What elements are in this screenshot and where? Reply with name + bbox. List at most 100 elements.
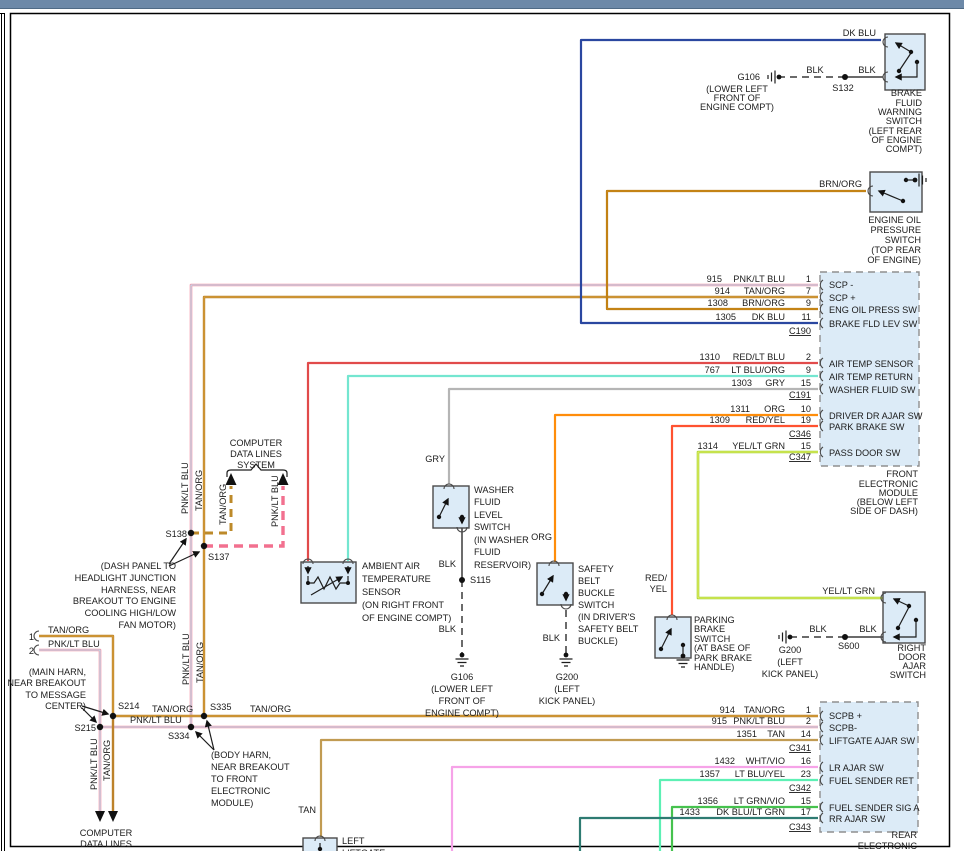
contact-dot <box>437 515 441 519</box>
label-line: (TOP REAR <box>871 245 921 255</box>
contact-dot <box>318 847 322 851</box>
wire-color: WHT/VIO <box>746 756 785 766</box>
label-line: (IN DRIVER'S <box>578 612 635 622</box>
wire-number: 914 <box>720 705 735 715</box>
splice-s138 <box>188 530 194 536</box>
wire-label: TAN/ORG <box>48 625 89 635</box>
wire-color: GRY <box>765 378 785 388</box>
wire-number: 914 <box>715 286 730 296</box>
label-line: SAFETY BELT <box>578 624 639 634</box>
pin-number: 14 <box>801 729 811 739</box>
label-line: SWITCH <box>885 235 921 245</box>
label-line: BUCKLE <box>578 588 615 598</box>
wire-label-vertical: PNK/LT BLU <box>89 738 99 790</box>
pin-number: 11 <box>801 312 811 322</box>
label-line: TEMPERATURE <box>362 574 431 584</box>
wire-label-vertical: TAN/ORG <box>195 642 205 683</box>
contact-dot <box>540 592 544 596</box>
wire-label: GRY <box>425 454 445 464</box>
pin-number: 2 <box>806 716 811 726</box>
wire-label-vertical: TAN/ORG <box>194 470 204 511</box>
wire-label: BLK <box>439 624 457 634</box>
wire-color: BRN/ORG <box>742 298 785 308</box>
wire-number: 767 <box>705 365 720 375</box>
splice-label: S600 <box>838 641 859 651</box>
wire-label: TAN/ORG <box>152 704 193 714</box>
module-name-line: ELECTRONIC <box>858 841 918 851</box>
connector-label: C347 <box>789 452 811 462</box>
label-line: OF ENGINE) <box>867 255 921 265</box>
note-line: COMPUTER <box>80 828 133 838</box>
wire-label: YEL <box>650 584 667 594</box>
wire-color: ORG <box>764 404 785 414</box>
pin-number: 17 <box>801 807 811 817</box>
wire-label-vertical: TAN/ORG <box>218 484 228 525</box>
splice-s214 <box>110 713 116 719</box>
ground-label: G106 <box>451 672 473 682</box>
wire-color: TAN/ORG <box>744 705 785 715</box>
wire-label: PNK/LT BLU <box>48 639 100 649</box>
note-line: HEADLIGHT JUNCTION <box>75 573 176 583</box>
splice-s335 <box>201 713 207 719</box>
wire-label: RED/ <box>645 573 667 583</box>
pin-number: 7 <box>806 286 811 296</box>
label-line: RESERVOIR) <box>474 560 531 570</box>
note-line: CENTER) <box>45 701 86 711</box>
contact-dot <box>901 199 905 203</box>
wire-label: BLK <box>858 65 876 75</box>
wire-number: 1356 <box>698 796 718 806</box>
pin-number: 19 <box>801 415 811 425</box>
wire-color: LT BLU/ORG <box>731 365 785 375</box>
wire-number: 1309 <box>710 415 730 425</box>
wire-number: 1357 <box>700 769 720 779</box>
pin-number: 23 <box>801 769 811 779</box>
contact-dot <box>907 604 911 608</box>
contact-dot <box>659 647 663 651</box>
belt-switch-box <box>537 563 573 605</box>
contact-dot <box>896 626 900 630</box>
splice-s334 <box>188 724 194 730</box>
note-line: NEAR BREAKOUT <box>7 678 86 688</box>
wire-label: BLK <box>439 559 457 569</box>
signal-label: RR AJAR SW <box>829 814 885 824</box>
signal-label: DRIVER DR AJAR SW <box>829 411 923 421</box>
splice-label: S138 <box>166 529 187 539</box>
signal-label: SCP - <box>829 280 853 290</box>
pin-number: 15 <box>801 441 811 451</box>
pin-number: 15 <box>801 378 811 388</box>
ground-label: G200 <box>556 672 578 682</box>
connector-label: C343 <box>789 822 811 832</box>
signal-label: LR AJAR SW <box>829 763 884 773</box>
pin-number: 10 <box>801 404 811 414</box>
label-line: LEFT <box>342 836 365 846</box>
label-line: PRESSURE <box>870 225 921 235</box>
module-name-line: FRONT <box>886 469 918 479</box>
label-line: AMBIENT AIR <box>362 561 420 571</box>
wire-color: PNK/LT BLU <box>733 716 785 726</box>
wire-number: 1351 <box>737 729 757 739</box>
splice-label: S334 <box>168 731 189 741</box>
wire-color: RED/LT BLU <box>733 352 785 362</box>
connector-label: C190 <box>789 326 811 336</box>
splice-label: S137 <box>208 552 229 562</box>
note-line: COMPUTER <box>230 438 283 448</box>
label-line: SWITCH <box>578 600 614 610</box>
label-line: (AT BASE OF <box>694 643 751 653</box>
label-line: WASHER <box>474 485 514 495</box>
note-line: MODULE) <box>211 798 253 808</box>
pin-number: 16 <box>801 756 811 766</box>
label-line: COMPT) <box>886 144 922 154</box>
wire-number: 1305 <box>716 312 736 322</box>
note-line: FAN MOTOR) <box>118 620 176 630</box>
note-line: TO MESSAGE <box>25 690 86 700</box>
wire-label: DK BLU <box>843 28 876 38</box>
note-line: NEAR BREAKOUT <box>211 762 290 772</box>
splice-label: S115 <box>470 575 491 585</box>
note-line: DATA LINES <box>230 449 282 459</box>
wire-number: 1314 <box>698 441 718 451</box>
label-line: HANDLE) <box>694 662 734 672</box>
wire-number: 1433 <box>680 807 700 817</box>
ground-label: G106 <box>738 72 760 82</box>
wire-label: TAN/ORG <box>250 704 291 714</box>
ground-location: ENGINE COMPT) <box>700 102 774 112</box>
